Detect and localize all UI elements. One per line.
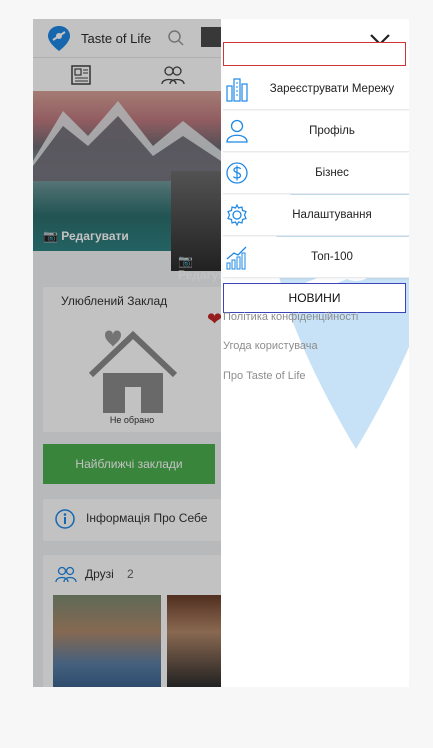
menu-item-business[interactable]: Бізнес [223, 153, 409, 194]
drawer-backdrop[interactable] [33, 19, 221, 687]
menu-label: Профіль [309, 124, 355, 137]
menu-item-register-network[interactable]: Зареєструвати Мережу [223, 69, 409, 110]
user-icon [226, 119, 248, 143]
user-agreement-link[interactable]: Угода користувача [223, 340, 318, 352]
menu-item-profile[interactable]: Профіль [223, 111, 409, 152]
chart-icon [226, 246, 247, 270]
news-button[interactable]: НОВИНИ [223, 283, 406, 313]
menu-label: Налаштування [292, 208, 372, 221]
side-menu: Зареєструвати Мережу Профіль Бізнес Нала… [221, 19, 409, 687]
profile-page: Taste of Life 📷 Редагувати 📷 Редагувати … [33, 19, 246, 687]
menu-item-settings[interactable]: Налаштування [223, 195, 409, 236]
phone-screen: Taste of Life 📷 Редагувати 📷 Редагувати … [33, 19, 409, 687]
menu-label: Бізнес [315, 166, 349, 179]
gear-icon [227, 203, 247, 227]
buildings-icon [226, 78, 248, 102]
about-link[interactable]: Про Taste of Life [223, 370, 306, 382]
menu-item-top100[interactable]: Топ-100 [223, 237, 409, 278]
menu-search-input[interactable] [223, 42, 406, 66]
menu-label: Топ-100 [311, 250, 353, 263]
menu-label: Зареєструвати Мережу [269, 82, 395, 95]
privacy-policy-link[interactable]: Політика конфіденційності [223, 311, 358, 323]
dollar-icon [226, 162, 248, 184]
